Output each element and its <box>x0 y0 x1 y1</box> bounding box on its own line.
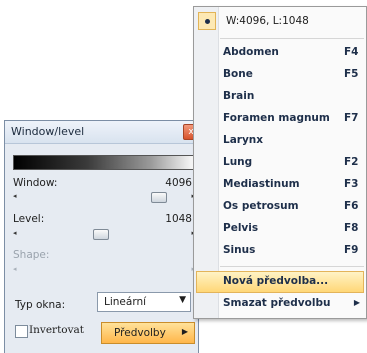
window-label: Window: <box>13 177 58 189</box>
submenu-arrow-icon: ▶ <box>181 327 188 336</box>
slider-left-arrow-icon[interactable]: ◂ <box>13 229 17 237</box>
delete-preset-label: Smazat předvolbu <box>223 297 331 309</box>
menu-item-label: Abdomen <box>223 46 279 58</box>
menu-item-sinus[interactable]: Sinus F9 <box>196 240 364 262</box>
menu-item-shortcut: F2 <box>344 156 359 168</box>
submenu-arrow-icon: ▶ <box>353 298 360 307</box>
menu-item-shortcut: F5 <box>344 68 359 80</box>
grayscale-gradient-bar <box>13 155 197 170</box>
window-type-label: Typ okna: <box>15 299 66 311</box>
menu-item-pelvis[interactable]: Pelvis F8 <box>196 218 364 240</box>
window-slider[interactable]: ◂ ▸ <box>13 192 195 203</box>
menu-item-shortcut: F6 <box>344 200 359 212</box>
menu-item-label: Bone <box>223 68 253 80</box>
menu-item-label: Pelvis <box>223 222 259 234</box>
invert-checkbox[interactable] <box>15 325 28 338</box>
presets-button[interactable]: Předvolby ▶ <box>101 322 195 344</box>
level-value: 1048 <box>165 213 192 225</box>
menu-item-foramen-magnum[interactable]: Foramen magnum F7 <box>196 108 364 130</box>
menu-item-shortcut: F3 <box>344 178 359 190</box>
window-type-value: Lineární <box>104 296 147 308</box>
menu-item-shortcut: F8 <box>344 222 359 234</box>
invert-label[interactable]: Invertovat <box>29 324 84 336</box>
level-slider-thumb[interactable] <box>93 229 109 240</box>
shape-label: Shape: <box>13 249 50 261</box>
presets-menu: W:4096, L:1048 Abdomen F4 Bone F5 Brain … <box>193 6 367 319</box>
window-level-panel: Window/level x Window: 4096 ◂ ▸ Level: 1… <box>4 120 199 353</box>
menu-item-shortcut: F4 <box>344 46 359 58</box>
menu-item-delete-preset[interactable]: Smazat předvolbu ▶ <box>196 293 364 315</box>
level-label: Level: <box>13 213 45 225</box>
menu-item-bone[interactable]: Bone F5 <box>196 64 364 86</box>
window-level-titlebar[interactable]: Window/level x <box>5 121 199 144</box>
menu-item-label: Brain <box>223 90 255 102</box>
menu-item-abdomen[interactable]: Abdomen F4 <box>196 42 364 64</box>
menu-item-label: Lung <box>223 156 253 168</box>
menu-item-mediastinum[interactable]: Mediastinum F3 <box>196 174 364 196</box>
slider-left-arrow-icon: ◂ <box>13 265 17 273</box>
menu-item-label: Larynx <box>223 134 264 146</box>
menu-item-larynx[interactable]: Larynx <box>196 130 364 152</box>
level-slider[interactable]: ◂ ▸ <box>13 229 195 240</box>
menu-item-shortcut: F7 <box>344 112 359 124</box>
menu-separator <box>220 266 364 267</box>
new-preset-label: Nová předvolba... <box>223 275 329 287</box>
current-window-level-label: W:4096, L:1048 <box>226 15 309 27</box>
menu-item-shortcut: F9 <box>344 244 359 256</box>
slider-left-arrow-icon[interactable]: ◂ <box>13 192 17 200</box>
menu-separator <box>220 38 364 39</box>
selected-bullet-box <box>198 12 216 30</box>
presets-button-label: Předvolby <box>114 327 166 339</box>
menu-item-os-petrosum[interactable]: Os petrosum F6 <box>196 196 364 218</box>
menu-item-lung[interactable]: Lung F2 <box>196 152 364 174</box>
menu-item-label: Mediastinum <box>223 178 300 190</box>
window-type-select[interactable]: Lineární ▼ <box>97 292 191 312</box>
menu-item-label: Foramen magnum <box>223 112 330 124</box>
window-level-title: Window/level <box>11 125 85 138</box>
current-window-level-item[interactable]: W:4096, L:1048 <box>196 10 364 34</box>
menu-item-new-preset[interactable]: Nová předvolba... <box>196 271 364 293</box>
window-slider-thumb[interactable] <box>151 192 167 203</box>
menu-item-label: Os petrosum <box>223 200 299 212</box>
shape-slider: ◂ ▸ <box>13 265 195 275</box>
window-value: 4096 <box>165 177 192 189</box>
menu-item-brain[interactable]: Brain <box>196 86 364 108</box>
bullet-icon <box>205 19 210 24</box>
menu-item-label: Sinus <box>223 244 256 256</box>
dropdown-arrow-icon[interactable]: ▼ <box>179 295 186 305</box>
